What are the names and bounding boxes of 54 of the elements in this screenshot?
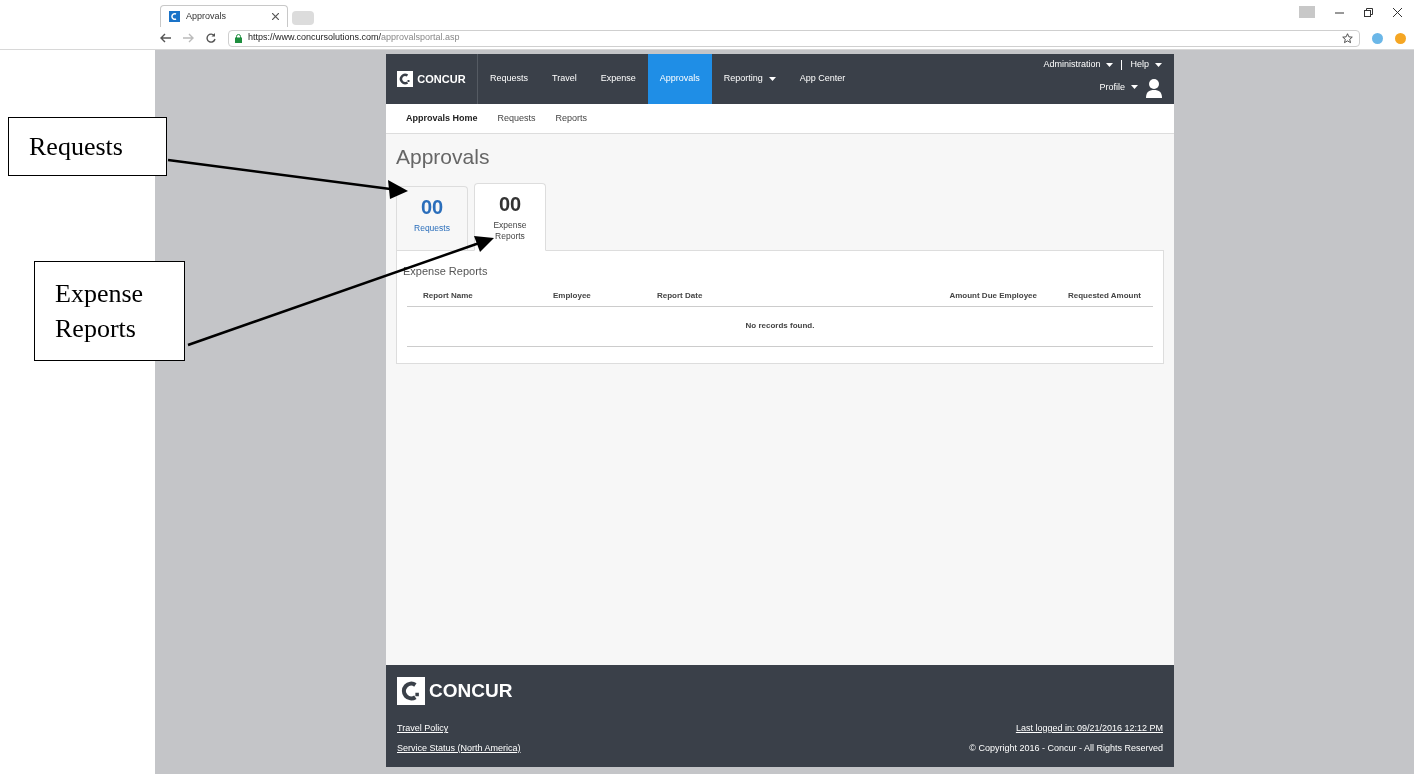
column-header: Requested Amount — [1066, 289, 1142, 302]
caret-icon — [1155, 62, 1162, 67]
lock-icon — [235, 33, 242, 43]
page-title: Approvals — [396, 146, 491, 167]
logo-text: CONCUR — [429, 679, 513, 703]
count: 00 — [420, 197, 444, 217]
copyright-text: © Copyright 2016 - Concur - All Rights Reserved — [969, 741, 1163, 755]
profile-menu[interactable]: Profile — [1099, 80, 1138, 95]
favicon-icon — [169, 11, 180, 22]
logo-mark-icon — [397, 71, 414, 87]
address-bar[interactable]: https://www.concursolutions.com/approvalsportal.asp — [228, 29, 1360, 47]
restore-icon[interactable] — [1364, 7, 1373, 17]
reload-icon[interactable] — [206, 33, 216, 43]
count: 00 — [498, 194, 522, 214]
caret-icon — [1131, 85, 1138, 90]
caret-icon — [768, 77, 776, 81]
logo-mark-icon — [397, 677, 425, 706]
concur-logo[interactable]: CONCUR — [397, 677, 1163, 706]
sub-nav-link[interactable]: Approvals Home — [406, 111, 478, 126]
caret-icon — [1106, 62, 1114, 67]
nav-tab[interactable]: App Center — [787, 54, 858, 104]
callout-label: Requests — [29, 131, 123, 163]
back-icon[interactable] — [160, 33, 171, 43]
close-icon[interactable] — [1393, 7, 1402, 17]
concur-logo[interactable]: CONCUR — [397, 70, 466, 88]
footer-link[interactable]: Travel Policy — [397, 722, 521, 736]
logo-text: CONCUR — [417, 71, 466, 87]
menu-link[interactable]: Help — [1130, 58, 1162, 72]
column-header: Report Name — [422, 289, 474, 302]
column-header: Amount Due Employee — [948, 289, 1037, 302]
browser-tab[interactable]: Approvals — [160, 5, 288, 27]
tile-label: Requests — [413, 223, 451, 234]
nav-tab[interactable]: Requests — [478, 54, 541, 104]
summary-tile[interactable]: 00 Requests — [396, 186, 468, 250]
nav-tab[interactable]: Expense — [588, 54, 648, 104]
star-icon[interactable] — [1342, 32, 1353, 44]
nav-tab[interactable]: Travel — [540, 54, 589, 104]
column-header: Employee — [553, 289, 592, 302]
callout-label: Expense Reports — [55, 277, 145, 345]
url-text: https://www.concursolutions.com/approvalsportal.asp — [248, 31, 460, 45]
person-icon[interactable] — [1146, 77, 1162, 98]
close-icon[interactable] — [272, 13, 279, 20]
sub-nav-link[interactable]: Reports — [555, 111, 588, 126]
tile-label: Expense Reports — [492, 220, 528, 242]
nav-tab[interactable]: Reporting — [711, 54, 788, 104]
panel-title: Expense Reports — [403, 264, 489, 279]
column-header: Report Date — [657, 289, 704, 302]
empty-message: No records found. — [745, 320, 815, 332]
tab-title: Approvals — [186, 9, 228, 23]
last-logged-in-link[interactable]: Last logged in: 09/21/2016 12:12 PM — [1015, 722, 1163, 736]
footer-link[interactable]: Service Status (North America) — [397, 741, 521, 755]
summary-tile[interactable]: 00 Expense Reports — [474, 183, 546, 251]
menu-link[interactable]: Administration — [1043, 58, 1114, 72]
sub-nav-link[interactable]: Requests — [497, 111, 536, 126]
